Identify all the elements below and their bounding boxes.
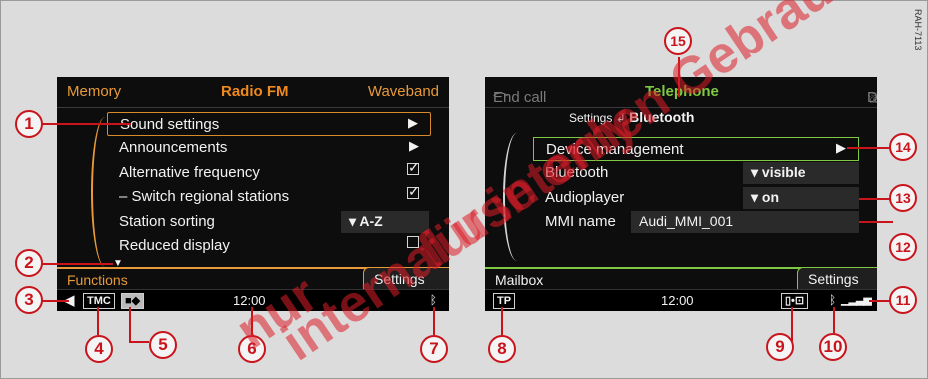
phone-status-bar: TP 12:00 ▯•⊡ ᛒ ▁▂▃▅ xyxy=(485,289,877,311)
tab-waveband[interactable]: Waveband xyxy=(368,83,439,100)
tab-memory[interactable]: Memory xyxy=(67,83,121,100)
leader-line-3 xyxy=(41,300,69,302)
menu-item-alternative-frequency[interactable]: Alternative frequency xyxy=(107,159,431,185)
bluetooth-icon: ᛒ xyxy=(429,293,437,307)
menu-item-label: MMI name xyxy=(545,213,616,230)
chevron-right-icon: ▶ xyxy=(836,140,846,155)
checkbox-wrap xyxy=(407,183,420,202)
checkbox-wrap xyxy=(407,159,420,178)
leader-line-2 xyxy=(41,263,113,265)
menu-item-announcements[interactable]: Announcements ▶ xyxy=(107,136,431,160)
callout-10: 10 xyxy=(819,333,847,361)
audioplayer-dropdown[interactable]: ▾ on xyxy=(743,187,859,209)
callout-4: 4 xyxy=(85,335,113,363)
mmi-name-input[interactable]: Audi_MMI_001 xyxy=(631,211,859,233)
top-divider xyxy=(57,107,449,108)
callout-14: 14 xyxy=(889,133,917,161)
figure-canvas: Memory Radio FM Waveband Sound settings … xyxy=(0,0,928,379)
leader-line-12 xyxy=(859,221,893,223)
end-call-label: End call xyxy=(493,89,547,106)
callout-9: 9 xyxy=(766,333,794,361)
menu-item-label: Announcements xyxy=(119,139,228,156)
callout-11: 11 xyxy=(889,286,917,314)
menu-item-label: Sound settings xyxy=(120,116,220,133)
bluetooth-visibility-dropdown[interactable]: ▾ visible xyxy=(743,162,859,184)
leader-line-5 xyxy=(129,307,131,341)
chevron-right-icon: ▶ xyxy=(409,138,419,153)
leader-line-8 xyxy=(501,307,503,335)
menu-item-sound-settings[interactable]: Sound settings ▶ xyxy=(107,112,431,136)
callout-7: 7 xyxy=(420,335,448,363)
menu-item-label: Reduced display xyxy=(119,237,230,254)
leader-line-7 xyxy=(433,307,435,335)
tp-indicator: TP xyxy=(493,293,516,309)
phone-car-connection-icon: ▯•⊡ xyxy=(781,293,809,309)
leader-line-13 xyxy=(859,198,893,200)
callout-3: 3 xyxy=(15,286,43,314)
callout-2: 2 xyxy=(15,249,43,277)
settings-tab[interactable]: Settings xyxy=(797,267,877,290)
phone-icon: ☏ xyxy=(867,90,877,107)
menu-item-switch-regional[interactable]: – Switch regional stations xyxy=(107,183,431,209)
menu-item-label: – Switch regional stations xyxy=(119,188,290,205)
checkbox-checked[interactable] xyxy=(407,183,420,200)
callout-1: 1 xyxy=(15,110,43,138)
leader-line-10 xyxy=(833,307,835,333)
leader-line-4 xyxy=(97,307,99,335)
leader-line-14 xyxy=(847,147,893,149)
menu-item-label: Station sorting xyxy=(119,213,215,230)
leader-line-1 xyxy=(41,123,131,125)
chevron-right-icon: ▶ xyxy=(408,115,418,130)
callout-13: 13 xyxy=(889,184,917,212)
checkbox-checked[interactable] xyxy=(407,159,420,176)
navigation-link-icon: ■◆ xyxy=(121,293,145,309)
callout-5: 5 xyxy=(149,331,177,359)
callout-8: 8 xyxy=(488,335,516,363)
bluetooth-icon: ᛒ xyxy=(829,293,837,307)
callout-12: 12 xyxy=(889,233,917,261)
clock: 12:00 xyxy=(661,293,694,308)
radio-top-bar: Memory Radio FM Waveband xyxy=(57,77,449,109)
menu-item-label: Alternative frequency xyxy=(119,164,260,181)
signal-strength-icon: ▁▂▃▅ xyxy=(841,294,872,306)
figure-code: RAH-7113 xyxy=(913,9,923,51)
leader-line-5b xyxy=(129,341,149,343)
mailbox-softkey[interactable]: Mailbox xyxy=(495,272,543,288)
tab-radio-fm[interactable]: Radio FM xyxy=(221,83,289,100)
leader-line-9 xyxy=(791,307,793,343)
functions-softkey[interactable]: Functions xyxy=(67,272,128,288)
